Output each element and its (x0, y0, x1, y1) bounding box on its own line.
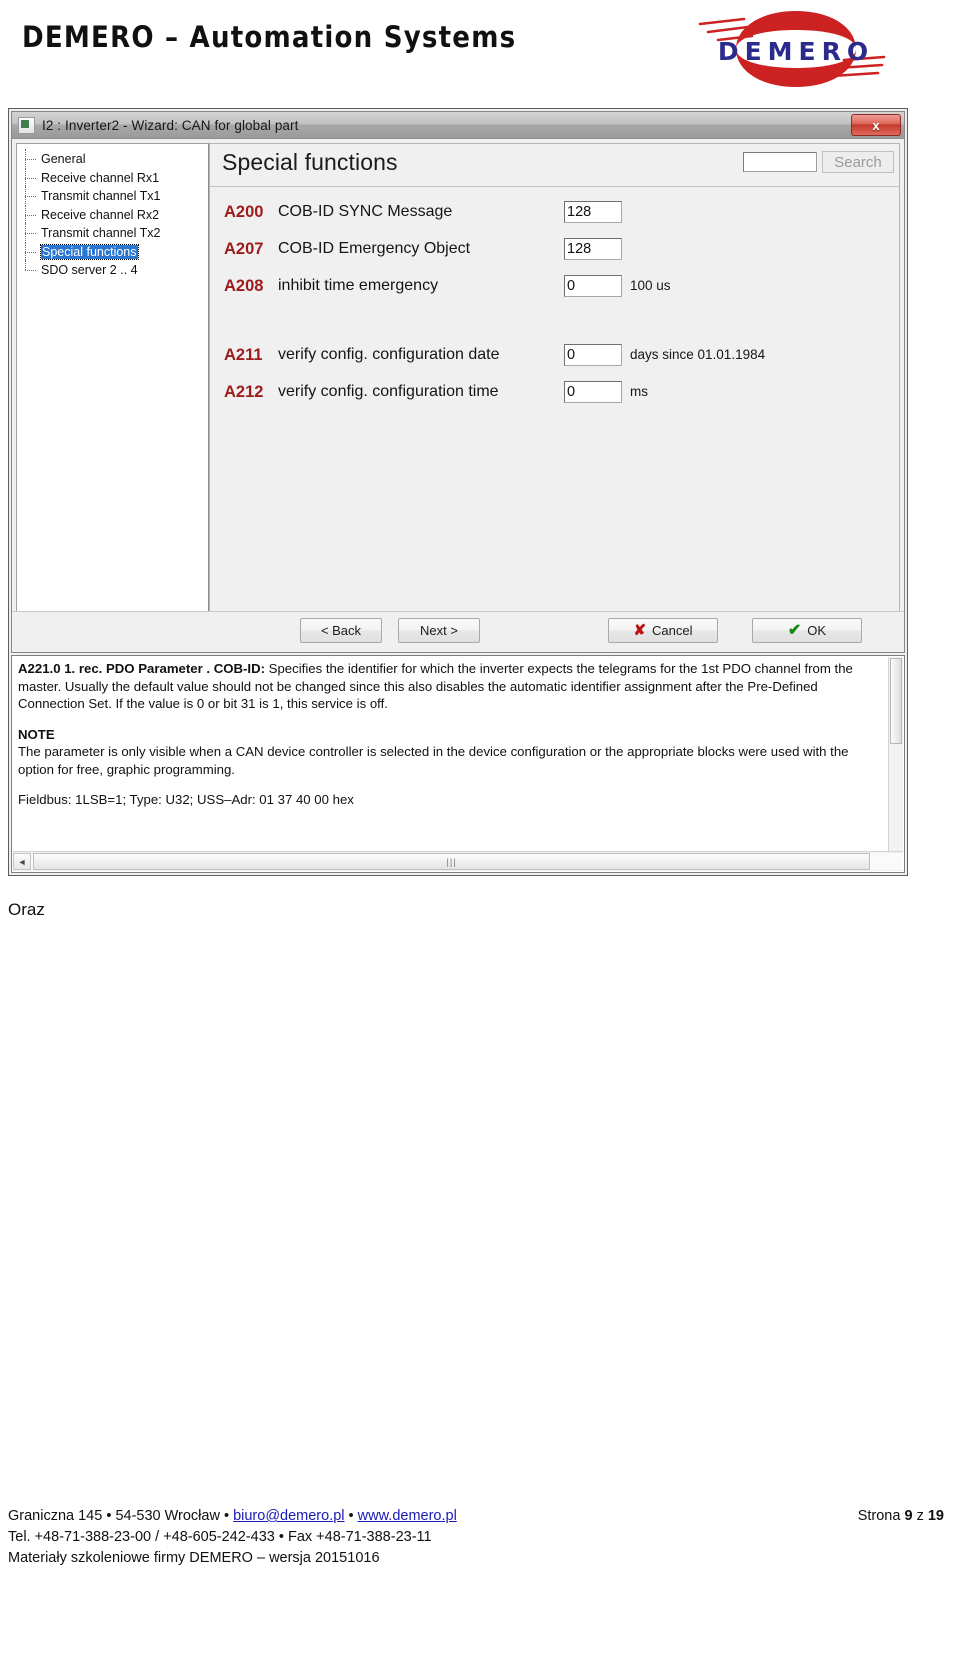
check-icon: ✔ (787, 621, 802, 639)
parameter-list: A200 COB-ID SYNC Message A207 COB-ID Eme… (210, 187, 899, 648)
footer-separator: • (344, 1508, 358, 1524)
scroll-left-icon[interactable]: ◄ (13, 853, 31, 870)
help-gap-2 (18, 778, 884, 791)
parameter-unit-a211: days since 01.01.1984 (630, 347, 766, 362)
page-footer: Graniczna 145 • 54-530 Wrocław • biuro@d… (8, 1506, 952, 1569)
scrollbar-thumb-vertical[interactable] (890, 658, 902, 744)
parameter-code: A211 (224, 345, 263, 364)
parameter-value-a211[interactable] (564, 344, 622, 366)
tree-item-transmit-channel-tx2[interactable]: Transmit channel Tx2 (21, 223, 208, 243)
footer-address-line: Graniczna 145 • 54-530 Wrocław • biuro@d… (8, 1506, 952, 1527)
page-current: 9 (904, 1508, 913, 1524)
close-icon[interactable]: x (851, 114, 901, 136)
parameter-value-a207[interactable] (564, 238, 622, 260)
panel-header: Special functions Search (210, 144, 899, 187)
parameter-unit-a208: 100 us (630, 278, 671, 293)
app-icon (18, 116, 35, 134)
help-note-heading: NOTE (18, 726, 55, 742)
parameter-row-a207: A207 COB-ID Emergency Object (224, 236, 470, 262)
parameter-name: verify config. configuration date (278, 346, 500, 363)
parameter-row-a208: A208 inhibit time emergency (224, 273, 438, 299)
tree-item-label: General (41, 152, 86, 166)
parameter-panel: Special functions Search A200 COB-ID SYN… (209, 143, 900, 649)
panel-title: Special functions (222, 149, 398, 175)
help-note-text: The parameter is only visible when a CAN… (18, 744, 849, 777)
page-number: Strona 9 z 19 (858, 1506, 944, 1527)
footer-phone-line: Tel. +48-71-388-23-00 / +48-605-242-433 … (8, 1529, 432, 1545)
footer-website-link[interactable]: www.demero.pl (358, 1508, 457, 1524)
next-button[interactable]: Next > (398, 618, 480, 643)
help-text-panel: A221.0 1. rec. PDO Parameter . COB-ID: S… (11, 655, 905, 873)
parameter-code: A208 (224, 276, 264, 295)
body-text-oraz: Oraz (8, 900, 45, 919)
parameter-code: A200 (224, 202, 264, 221)
ok-button[interactable]: ✔ OK (752, 618, 862, 643)
parameter-name: COB-ID Emergency Object (278, 240, 471, 257)
parameter-code: A212 (224, 382, 264, 401)
dialog-body: General Receive channel Rx1 Transmit cha… (12, 139, 904, 653)
footer-email-link[interactable]: biuro@demero.pl (233, 1508, 344, 1524)
help-fieldbus-line: Fieldbus: 1LSB=1; Type: U32; USS–Adr: 01… (18, 792, 354, 807)
help-paragraph-1: A221.0 1. rec. PDO Parameter . COB-ID: S… (18, 660, 884, 713)
tree-item-label: Receive channel Rx1 (41, 170, 160, 185)
scrollbar-thumb-horizontal[interactable]: ||| (33, 853, 871, 870)
tree-item-special-functions[interactable]: Special functions (21, 241, 208, 261)
page-label: Strona (857, 1508, 901, 1524)
page-total: 19 (927, 1508, 944, 1524)
tree-item-transmit-channel-tx1[interactable]: Transmit channel Tx1 (21, 186, 208, 206)
parameter-value-a208[interactable] (564, 275, 622, 297)
scrollbar-track-horizontal[interactable]: ||| (31, 853, 903, 870)
tree-item-label: Receive channel Rx2 (41, 207, 160, 222)
back-button[interactable]: < Back (300, 618, 382, 643)
tree-item-label: SDO server 2 .. 4 (41, 263, 138, 277)
parameter-name: inhibit time emergency (278, 277, 439, 294)
screenshot-frame: I2 : Inverter2 - Wizard: CAN for global … (8, 108, 908, 876)
search-button[interactable]: Search (822, 151, 894, 173)
wizard-dialog: I2 : Inverter2 - Wizard: CAN for global … (11, 111, 905, 653)
page-of: z (916, 1508, 924, 1524)
svg-text:DEMERO: DEMERO (718, 37, 874, 66)
parameter-unit-a212: ms (630, 384, 648, 399)
cancel-button-label: Cancel (652, 623, 693, 638)
dialog-titlebar[interactable]: I2 : Inverter2 - Wizard: CAN for global … (12, 112, 904, 139)
parameter-name: COB-ID SYNC Message (278, 203, 453, 220)
parameter-row-a211: A211 verify config. configuration date (224, 342, 499, 368)
cancel-button[interactable]: ✘ Cancel (608, 618, 718, 643)
navigation-tree[interactable]: General Receive channel Rx1 Transmit cha… (16, 143, 209, 649)
ok-button-label: OK (807, 623, 827, 638)
dialog-title: I2 : Inverter2 - Wizard: CAN for global … (42, 117, 299, 133)
parameter-row-a200: A200 COB-ID SYNC Message (224, 199, 452, 225)
search-input[interactable] (743, 152, 817, 172)
tree-item-receive-channel-rx2[interactable]: Receive channel Rx2 (21, 204, 208, 224)
tree-item-label: Transmit channel Tx2 (41, 226, 161, 240)
help-param-id: A221.0 1. rec. PDO Parameter . COB-ID: (18, 661, 266, 676)
logo-svg: DEMERO (698, 11, 886, 87)
page-title: DEMERO – Automation Systems (22, 20, 517, 54)
tree-item-sdo-server[interactable]: SDO server 2 .. 4 (21, 260, 208, 280)
cross-icon: ✘ (633, 622, 647, 639)
help-horizontal-scrollbar[interactable]: ◄ ||| (13, 851, 903, 871)
help-text-body: A221.0 1. rec. PDO Parameter . COB-ID: S… (18, 660, 884, 809)
parameter-code: A207 (224, 239, 264, 258)
tree-item-label: Special functions (40, 243, 139, 260)
help-gap-1 (18, 713, 884, 726)
parameter-value-a212[interactable] (564, 381, 622, 403)
tree-item-general[interactable]: General (21, 149, 208, 169)
help-vertical-scrollbar[interactable] (888, 657, 903, 852)
footer-materials-line: Materiały szkoleniowe firmy DEMERO – wer… (8, 1550, 380, 1566)
parameter-name: verify config. configuration time (278, 383, 499, 400)
demero-logo: DEMERO (686, 8, 906, 90)
footer-address: Graniczna 145 • 54-530 Wrocław • (8, 1508, 234, 1524)
page-header: DEMERO – Automation Systems DEMERO (0, 0, 960, 96)
parameter-value-a200[interactable] (564, 201, 622, 223)
parameter-row-a212: A212 verify config. configuration time (224, 379, 499, 405)
tree-item-label: Transmit channel Tx1 (41, 189, 161, 203)
tree-item-receive-channel-rx1[interactable]: Receive channel Rx1 (21, 167, 208, 187)
dialog-button-bar: < Back Next > ✘ Cancel ✔ OK (12, 611, 904, 652)
